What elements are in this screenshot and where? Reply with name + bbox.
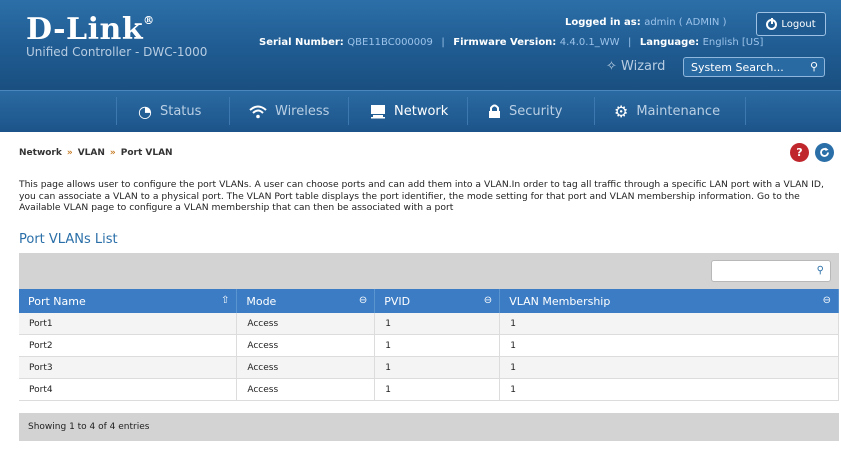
logout-button[interactable]: Logout — [756, 12, 826, 36]
help-button[interactable]: ? — [790, 143, 809, 162]
search-icon: ⚲ — [816, 265, 824, 276]
login-user: admin ( ADMIN ) — [644, 17, 727, 28]
wifi-icon — [249, 105, 267, 118]
breadcrumb: Network» VLAN» Port VLAN — [19, 148, 173, 158]
sort-both-icon: ⊖ — [483, 295, 493, 306]
search-icon: ⚲ — [809, 60, 818, 73]
refresh-icon — [820, 147, 829, 157]
cell-vlan-membership: 1 — [499, 334, 839, 357]
cell-vlan-membership: 1 — [499, 378, 839, 401]
cell-mode: Access — [236, 313, 376, 335]
wizard-link[interactable]: ✧ Wizard — [606, 59, 665, 74]
breadcrumb-port-vlan: Port VLAN — [120, 148, 173, 158]
breadcrumb-vlan[interactable]: VLAN — [78, 148, 105, 158]
page-description: This page allows user to configure the p… — [19, 179, 824, 213]
nav-item-security[interactable]: Security — [488, 91, 562, 132]
col-header-port-name[interactable]: Port Name ⇧ — [19, 289, 238, 313]
port-vlan-table: Port Name ⇧ Mode ⊖ PVID ⊖ VLAN Membership ⊖ … — [19, 289, 839, 401]
wand-icon: ✧ — [606, 59, 617, 74]
serial-number: QBE11BC000009 — [347, 37, 433, 48]
table-row[interactable]: Port3 Access 1 1 — [19, 356, 839, 379]
breadcrumb-network[interactable]: Network — [19, 148, 62, 158]
system-search-input[interactable]: System Search... ⚲ — [683, 57, 825, 77]
sort-both-icon: ⊖ — [358, 295, 368, 306]
table-footer: Showing 1 to 4 of 4 entries — [19, 413, 839, 441]
firmware-version: 4.4.0.1_WW — [559, 37, 620, 48]
power-icon — [766, 17, 778, 30]
col-header-vlan-membership[interactable]: VLAN Membership ⊖ — [499, 289, 839, 313]
cell-mode: Access — [236, 356, 376, 379]
col-header-mode[interactable]: Mode ⊖ — [236, 289, 376, 313]
table-row[interactable]: Port1 Access 1 1 — [19, 313, 839, 335]
cell-port-name: Port2 — [19, 334, 238, 357]
nav-item-maintenance[interactable]: ⚙ Maintenance — [614, 91, 720, 132]
nav-divider — [116, 97, 117, 125]
cell-vlan-membership: 1 — [499, 313, 839, 335]
table-row[interactable]: Port4 Access 1 1 — [19, 378, 839, 401]
table-row[interactable]: Port2 Access 1 1 — [19, 334, 839, 357]
speedometer-icon: ◔ — [138, 102, 152, 121]
cell-port-name: Port4 — [19, 378, 238, 401]
lock-icon — [489, 104, 500, 118]
device-info: Serial Number: QBE11BC000009 | Firmware … — [259, 37, 764, 48]
cell-pvid: 1 — [374, 334, 501, 357]
nav-divider — [467, 97, 468, 125]
gears-icon: ⚙ — [614, 102, 629, 121]
nav-divider — [229, 97, 230, 125]
cell-pvid: 1 — [374, 378, 501, 401]
nav-divider — [745, 97, 746, 125]
table-header-row: Port Name ⇧ Mode ⊖ PVID ⊖ VLAN Membership ⊖ — [19, 289, 839, 313]
nav-item-network[interactable]: Network — [370, 91, 448, 132]
cell-mode: Access — [236, 334, 376, 357]
refresh-button[interactable] — [815, 143, 834, 162]
cell-vlan-membership: 1 — [499, 356, 839, 379]
nav-item-wireless[interactable]: Wireless — [249, 91, 329, 132]
product-subtitle: Unified Controller - DWC-1000 — [26, 45, 208, 59]
nav-divider — [594, 97, 595, 125]
table-search-input[interactable]: ⚲ — [711, 260, 831, 282]
col-header-pvid[interactable]: PVID ⊖ — [374, 289, 501, 313]
nav-item-status[interactable]: ◔ Status — [138, 91, 201, 132]
cell-pvid: 1 — [374, 356, 501, 379]
cell-port-name: Port1 — [19, 313, 238, 335]
monitor-icon — [371, 105, 385, 119]
login-status: Logged in as: admin ( ADMIN ) — [565, 17, 727, 28]
nav-divider — [348, 97, 349, 125]
sort-both-icon: ⊖ — [822, 295, 831, 306]
top-header: D-Link® Unified Controller - DWC-1000 Lo… — [0, 0, 841, 90]
sort-up-icon: ⇧ — [220, 295, 230, 306]
list-title: Port VLANs List — [19, 232, 118, 247]
cell-port-name: Port3 — [19, 356, 238, 379]
dlink-logo: D-Link® — [26, 12, 155, 47]
language-link[interactable]: English [US] — [703, 37, 764, 48]
table-toolbar: ⚲ — [19, 253, 839, 289]
cell-pvid: 1 — [374, 313, 501, 335]
main-nav: ◔ Status Wireless Network Security ⚙ Mai… — [0, 90, 841, 132]
cell-mode: Access — [236, 378, 376, 401]
